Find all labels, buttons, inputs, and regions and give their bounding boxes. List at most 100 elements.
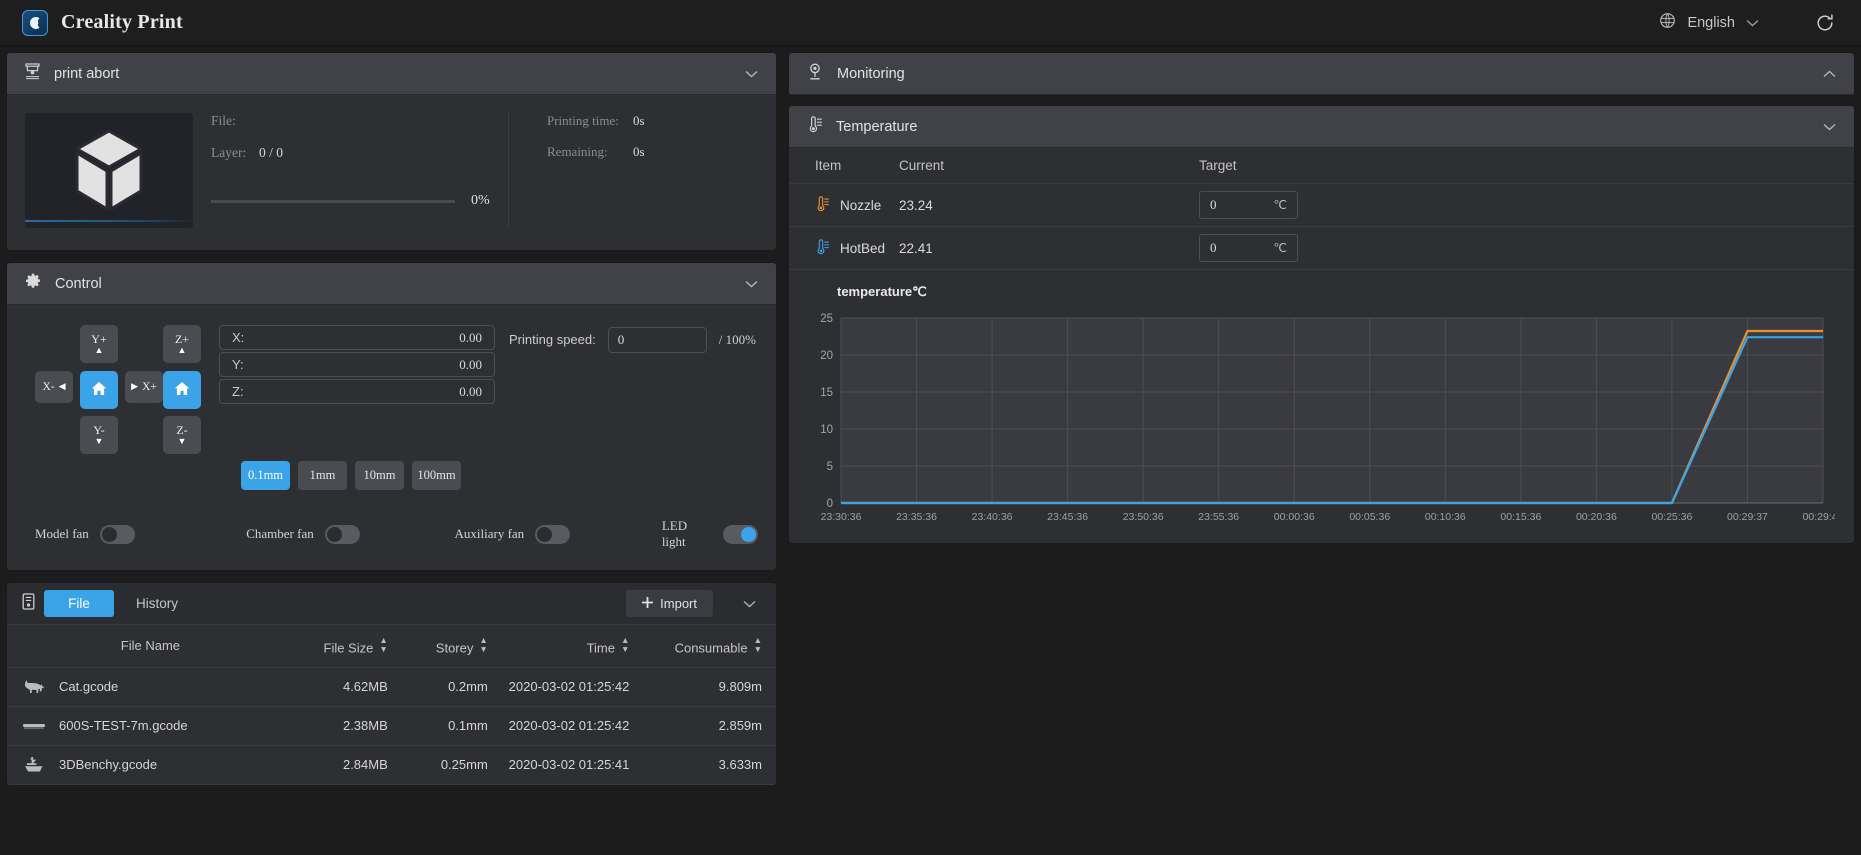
control-panel: Control Y+ ▲ Z+ ▲ X- ◀ ▶ X+ Y- ▼ Z- ▼ X:… [6,262,777,571]
auxiliary-fan-group: Auxiliary fan [455,524,662,544]
x-axis-tick: 23:35:36 [896,511,937,523]
file-time-cell: 2020-03-02 01:25:42 [495,706,638,746]
sort-icon[interactable]: ▲ ▼ [479,636,487,653]
coordinate-y-field[interactable]: Y: 0.00 [219,352,495,377]
control-panel-header[interactable]: Control [7,263,776,305]
column-storey[interactable]: Storey ▲ ▼ [395,625,496,668]
nozzle-target-field[interactable]: ℃ [1199,191,1298,219]
coordinate-z-label: Z: [232,384,244,399]
temperature-table-head: Item Current Target [789,148,1854,184]
triangle-left-icon: ◀ [58,381,66,392]
jog-x-plus-button[interactable]: ▶ X+ [125,371,163,403]
tab-file[interactable]: File [44,590,114,617]
x-axis-tick: 23:50:36 [1123,511,1164,523]
sort-icon[interactable]: ▲ ▼ [621,636,629,653]
control-panel-title: Control [55,275,102,292]
jog-z-minus-button[interactable]: Z- ▼ [163,416,201,454]
file-size-cell: 2.84MB [279,745,396,785]
home-z-button[interactable] [163,371,201,409]
x-axis-tick: 23:30:36 [821,511,862,523]
toggle-knob [741,526,756,542]
chamber-fan-toggle[interactable] [324,524,360,544]
jog-x-minus-button[interactable]: X- ◀ [35,371,73,403]
table-row[interactable]: Cat.gcode 4.62MB 0.2mm 2020-03-02 01:25:… [7,667,776,707]
file-size-cell: 4.62MB [279,667,396,707]
x-axis-tick: 00:05:36 [1349,511,1390,523]
printing-time-label: Printing time: [547,113,619,128]
coordinate-x-field[interactable]: X: 0.00 [219,325,495,350]
column-file-size[interactable]: File Size ▲ ▼ [279,625,396,668]
column-consumable[interactable]: Consumable ▲ ▼ [637,625,776,668]
jog-x-plus-label: X+ [142,380,157,393]
y-axis-tick: 5 [827,461,833,473]
file-storey-cell: 0.25mm [395,745,496,785]
jog-y-minus-button[interactable]: Y- ▼ [80,416,118,454]
print-job-info: File: Layer: 0 / 0 0% [193,113,490,228]
remaining-time-label: Remaining: [547,144,608,159]
chevron-down-icon[interactable] [1823,119,1836,134]
step-size-1mm-button[interactable]: 1mm [298,461,347,490]
print-job-times: Printing time: 0s Remaining: 0s [508,113,758,228]
table-row[interactable]: 3DBenchy.gcode 2.84MB 0.25mm 2020-03-02 … [7,745,776,785]
sort-icon[interactable]: ▲ ▼ [754,636,762,653]
monitoring-panel: Monitoring [788,52,1855,96]
temperature-chart-svg: 0 5 10 15 20 25 23:30:36 23:35:36 23:40:36 23:45:… [820,313,1835,523]
x-axis-tick: 23:45:36 [1047,511,1088,523]
jog-z-plus-button[interactable]: Z+ ▲ [163,325,201,363]
model-fan-label: Model fan [35,526,89,541]
home-xy-button[interactable] [80,371,118,409]
file-time-cell: 2020-03-02 01:25:41 [495,745,638,785]
column-storey-label: Storey [435,640,474,656]
chevron-down-icon[interactable] [1746,16,1759,29]
nozzle-label: Nozzle [840,197,882,213]
jog-y-minus-label: Y- [93,422,105,437]
hotbed-target-input[interactable] [1210,240,1266,256]
progress-percent-label: 0% [471,193,490,208]
hotbed-target-field[interactable]: ℃ [1199,234,1298,262]
language-selector[interactable]: English [1653,8,1765,38]
jog-y-plus-button[interactable]: Y+ ▲ [80,325,118,363]
temperature-table: Item Current Target Nozzle 23.24 0 ℃ Hot… [789,148,1854,270]
led-light-toggle[interactable] [723,524,758,544]
model-fan-toggle[interactable] [99,524,135,544]
column-time[interactable]: Time ▲ ▼ [495,625,638,668]
print-job-body: File: Layer: 0 / 0 0% Printing time: 0s … [7,95,776,250]
cat-model-icon [21,679,47,695]
printing-time-value: 0s [633,113,645,128]
cube-model-icon [75,129,143,210]
table-row[interactable]: 600S-TEST-7m.gcode 2.38MB 0.1mm 2020-03-… [7,706,776,746]
file-time-cell: 2020-03-02 01:25:42 [495,667,638,707]
coordinate-z-value: 0.00 [459,383,482,399]
print-job-panel-header[interactable]: print abort [7,53,776,95]
step-size-100mm-button[interactable]: 100mm [412,461,461,490]
temperature-title: Temperature [836,118,918,135]
triangle-down-icon: ▼ [177,435,187,446]
coordinate-z-field[interactable]: Z: 0.00 [219,379,495,404]
coordinate-fields: X: 0.00 Y: 0.00 Z: 0.00 [219,325,495,449]
monitoring-panel-header[interactable]: Monitoring [789,53,1854,95]
step-size-0-1mm-button[interactable]: 0.1mm [241,461,290,490]
file-size-cell: 2.38MB [279,706,396,746]
job-layer-row: Layer: 0 / 0 [211,145,490,161]
refresh-button[interactable] [1811,9,1839,37]
tab-history[interactable]: History [122,590,192,617]
sort-icon[interactable]: ▲ ▼ [379,636,387,653]
step-size-10mm-button[interactable]: 10mm [355,461,404,490]
import-button[interactable]: Import [626,590,713,617]
monitoring-title: Monitoring [837,65,905,82]
fan-toggle-group: Model fan Chamber fan Auxiliary fan LED … [25,518,758,550]
chevron-down-icon[interactable] [743,596,756,611]
chevron-up-icon[interactable] [1823,66,1836,81]
temperature-panel-header[interactable]: Temperature [789,106,1854,148]
nozzle-target-input[interactable] [1210,197,1266,213]
printing-speed-suffix: / 100% [718,332,756,347]
boat-model-icon [21,756,47,773]
auxiliary-fan-toggle[interactable] [535,524,571,544]
printer-icon [25,62,40,85]
chevron-down-icon[interactable] [745,66,758,81]
printing-speed-input[interactable] [607,327,707,353]
remaining-time-value: 0s [633,144,645,159]
file-table-body: Cat.gcode 4.62MB 0.2mm 2020-03-02 01:25:… [7,667,776,785]
chevron-down-icon[interactable] [745,276,758,291]
thumbnail-accent-line [25,220,193,222]
